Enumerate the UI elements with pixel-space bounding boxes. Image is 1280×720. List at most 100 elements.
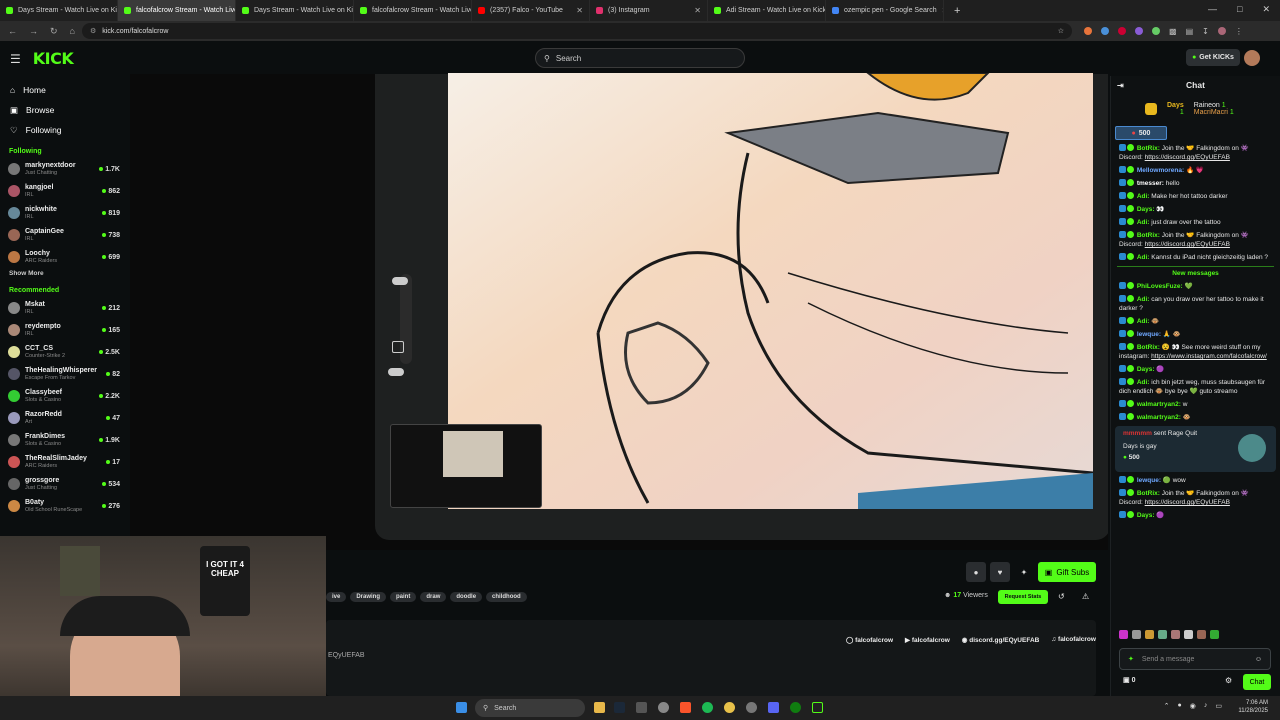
chat-username[interactable]: BotRix: [1137, 344, 1160, 351]
chat-username[interactable]: Adi: [1137, 379, 1150, 386]
kicks-balance[interactable]: ▣ 0 [1123, 676, 1135, 684]
chevron-up-icon[interactable]: ⌃ [1164, 702, 1170, 710]
browser-tab[interactable]: (2357) Falco - YouTube ✕ [472, 0, 590, 21]
sidebar-channel-item[interactable]: TheRealSlimJadey ARC Raiders 17 [0, 451, 128, 473]
chat-username[interactable]: walmartryan2: [1137, 401, 1181, 408]
sidebar-channel-item[interactable]: RazorRedd Art 47 [0, 407, 128, 429]
network-icon[interactable]: ◉ [1190, 702, 1196, 710]
chat-username[interactable]: Days: [1137, 206, 1155, 213]
show-more-button[interactable]: Show More [0, 268, 128, 283]
steam-icon[interactable] [614, 702, 625, 713]
sidebar-channel-item[interactable]: kangjoel IRL 862 [0, 180, 128, 202]
stream-tag[interactable]: paint [390, 592, 417, 602]
taskbar-search[interactable]: ⚲ Search [475, 699, 585, 717]
sidebar-channel-item[interactable]: nickwhite IRL 819 [0, 202, 128, 224]
sidebar-channel-item[interactable]: reydempto IRL 165 [0, 319, 128, 341]
chat-username[interactable]: Adi: [1137, 193, 1150, 200]
chat-message-input[interactable]: ✦ Send a message ☺ [1119, 648, 1271, 670]
tab-close-icon[interactable]: ✕ [942, 6, 943, 15]
tab-close-icon[interactable]: ✕ [694, 6, 701, 15]
chat-link[interactable]: https://discord.gg/EQyUEFAB [1145, 241, 1230, 248]
emote-icon[interactable] [1132, 630, 1141, 639]
chat-link[interactable]: https://www.instagram.com/falcofalcrow/ [1151, 353, 1267, 360]
collapse-chat-icon[interactable]: ⇥ [1117, 81, 1124, 90]
youtube-link[interactable]: ▶ falcofalcrow [905, 636, 950, 644]
emote-icon[interactable] [1197, 630, 1206, 639]
send-chat-button[interactable]: Chat [1243, 674, 1271, 690]
sidebar-item-browse[interactable]: ▣ Browse [0, 100, 128, 120]
emote-icon[interactable] [1145, 630, 1154, 639]
chat-username[interactable]: Days: [1137, 366, 1155, 373]
chat-link[interactable]: https://discord.gg/EQyUEFAB [1145, 154, 1230, 161]
sidebar-channel-item[interactable]: Classybeef Slots & Casino 2.2K [0, 385, 128, 407]
chat-link[interactable]: https://discord.gg/EQyUEFAB [1145, 499, 1230, 506]
back-icon[interactable]: ← [8, 26, 17, 37]
pinned-kicks-bar[interactable]: ● 500 [1115, 126, 1167, 140]
browser-tab[interactable]: ozempic pen - Google Search ✕ [826, 0, 944, 21]
report-icon[interactable]: ⚠ [1082, 592, 1089, 601]
xbox-icon[interactable] [790, 702, 801, 713]
sidebar-channel-item[interactable]: CaptainGee IRL 738 [0, 224, 128, 246]
sidepanel-icon[interactable]: ▤ [1186, 27, 1194, 36]
share-icon[interactable]: ↺ [1058, 592, 1065, 601]
sparkle-button[interactable]: ✦ [1014, 562, 1034, 582]
chat-username[interactable]: Days: [1137, 512, 1155, 519]
chat-settings-icon[interactable]: ⚙ [1225, 676, 1232, 685]
discord-icon[interactable] [768, 702, 779, 713]
browser-tab[interactable]: Days Stream - Watch Live on Kick✕ [0, 0, 118, 21]
file-explorer-icon[interactable] [594, 702, 605, 713]
browser-tab[interactable]: Adi Stream - Watch Live on Kick✕ [708, 0, 826, 21]
emote-icon[interactable] [1210, 630, 1219, 639]
new-messages-divider[interactable]: New messages [1117, 266, 1274, 280]
hamburger-menu-icon[interactable]: ☰ [10, 52, 21, 66]
close-icon[interactable]: ✕ [1262, 4, 1270, 15]
extension-icon[interactable] [1135, 27, 1143, 35]
tiktok-link[interactable]: ♫ falcofalcrow [1051, 636, 1096, 644]
chat-username[interactable]: Adi: [1137, 219, 1150, 226]
bookmark-star-icon[interactable]: ☆ [1058, 27, 1064, 35]
chat-username[interactable]: Adi: [1137, 296, 1150, 303]
volume-icon[interactable]: ♪ [1204, 702, 1208, 710]
user-avatar[interactable] [1244, 50, 1260, 66]
extension-icon[interactable] [1152, 27, 1160, 35]
gift-subs-button[interactable]: ▣ Gift Subs [1038, 562, 1096, 582]
discord-link[interactable]: ◉ discord.gg/EQyUEFAB [962, 636, 1040, 644]
search-input[interactable]: ⚲ Search [535, 48, 745, 68]
chat-username[interactable]: BotRix: [1137, 232, 1160, 239]
chat-username[interactable]: walmartryan2: [1137, 414, 1181, 421]
battery-icon[interactable]: ▭ [1215, 702, 1222, 710]
sidebar-channel-item[interactable]: FrankDimes Slots & Casino 1.9K [0, 429, 128, 451]
chat-username[interactable]: PhiLovesFuze: [1137, 283, 1183, 290]
emoji-icon[interactable]: ☺ [1255, 656, 1262, 663]
minimize-icon[interactable]: — [1208, 4, 1217, 15]
brave-icon[interactable] [680, 702, 691, 713]
puzzle-icon[interactable]: ▩ [1169, 27, 1177, 36]
chat-username[interactable]: Adi: [1137, 318, 1150, 325]
chat-username[interactable]: BotRix: [1137, 145, 1160, 152]
browser-tab[interactable]: Days Stream - Watch Live on Kick✕ [236, 0, 354, 21]
request-stats-button[interactable]: Request Stats [998, 590, 1048, 604]
settings-icon[interactable] [658, 702, 669, 713]
chrome-icon[interactable] [724, 702, 735, 713]
instagram-link[interactable]: ◯ falcofalcrow [846, 636, 893, 644]
sidebar-channel-item[interactable]: CCT_CS Counter-Strike 2 2.5K [0, 341, 128, 363]
stream-tag[interactable]: doodle [450, 592, 483, 602]
sidebar-channel-item[interactable]: TheHealingWhisperer Escape From Tarkov 82 [0, 363, 128, 385]
taskbar-clock[interactable]: 7:06 AM 11/28/2025 [1238, 699, 1268, 715]
chat-username[interactable]: lewque: [1137, 331, 1161, 338]
emote-icon[interactable] [1171, 630, 1180, 639]
windows-start-icon[interactable] [456, 702, 467, 713]
mic-icon[interactable]: ● [1178, 702, 1182, 710]
chat-username[interactable]: Adi: [1137, 254, 1150, 261]
emote-icon[interactable] [1184, 630, 1193, 639]
browser-tab[interactable]: falcofalcrow Stream - Watch Live✕ [118, 0, 236, 21]
sidebar-item-following[interactable]: ♡ Following [0, 120, 128, 140]
more-menu-icon[interactable]: ⋮ [1235, 27, 1243, 36]
sidebar-channel-item[interactable]: B0aty Old School RuneScape 276 [0, 495, 128, 517]
forward-icon[interactable]: → [29, 26, 38, 37]
sidebar-channel-item[interactable]: markynextdoor Just Chatting 1.7K [0, 158, 128, 180]
reload-icon[interactable]: ↻ [50, 26, 58, 37]
download-icon[interactable]: ↧ [1202, 27, 1209, 36]
stream-tag[interactable]: Drawing [350, 592, 387, 602]
sparkle-icon[interactable]: ✦ [1128, 655, 1134, 663]
